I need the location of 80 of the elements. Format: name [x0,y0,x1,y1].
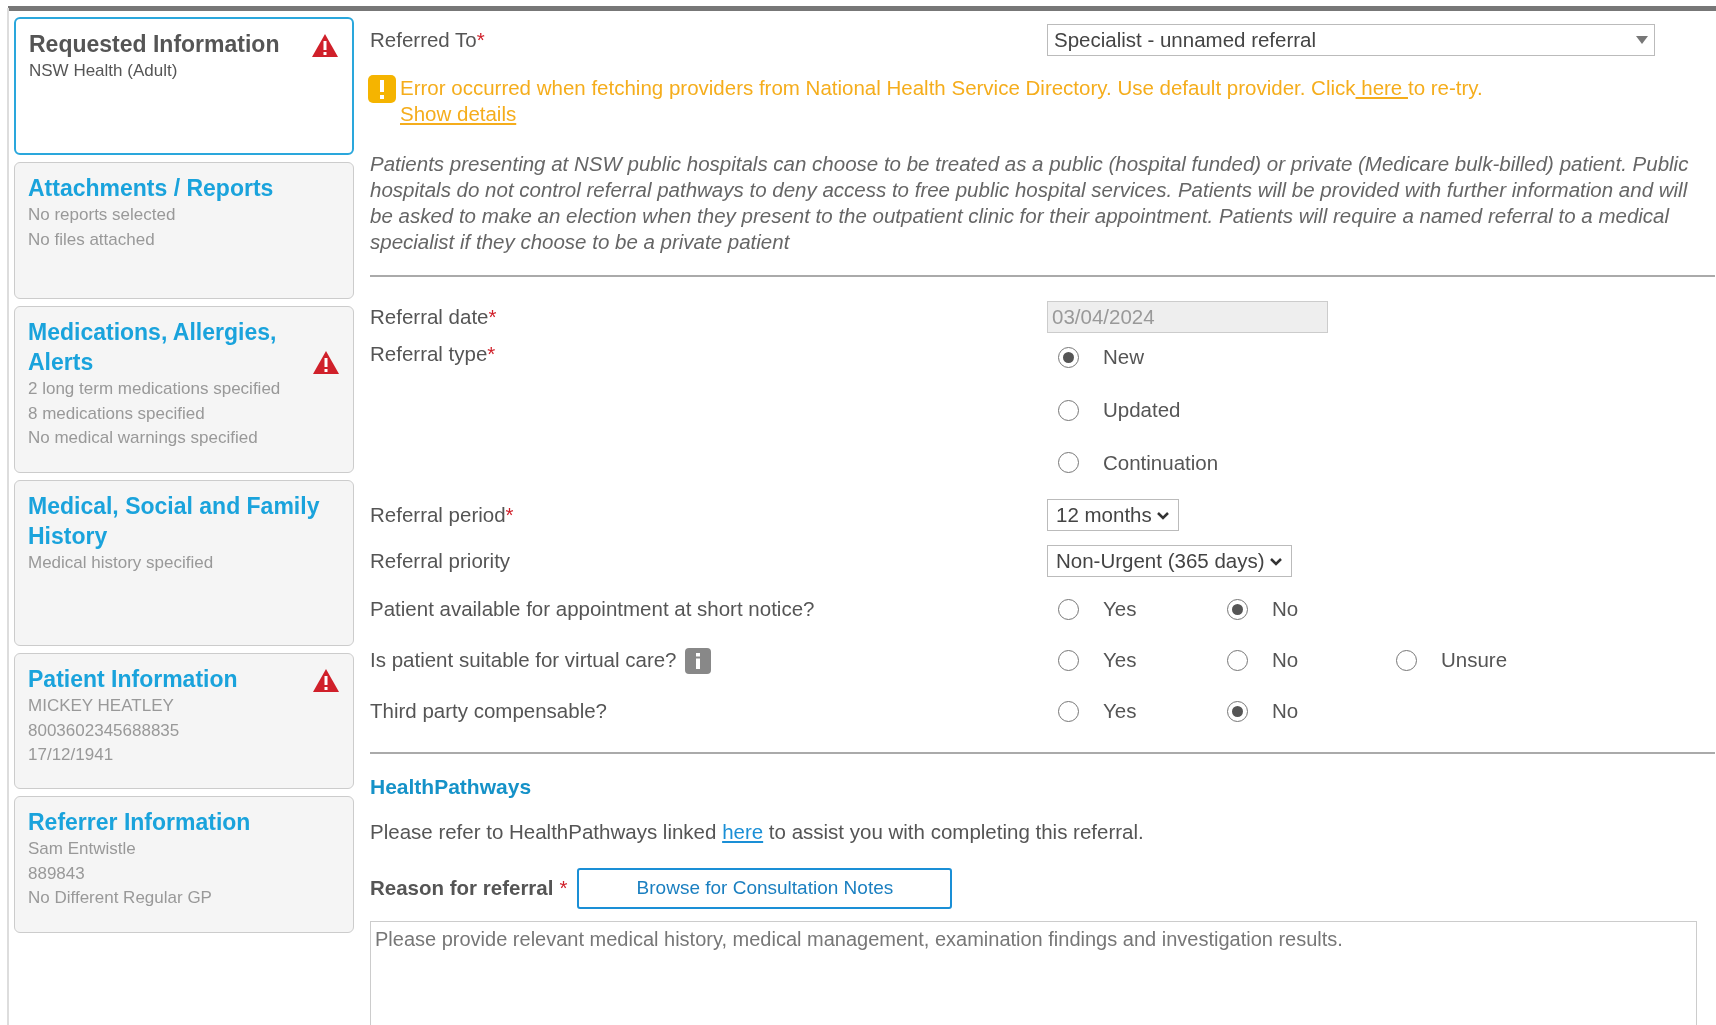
section-heading: HealthPathways [370,774,533,801]
required-mark: * [488,303,497,330]
browse-button[interactable]: Browse for Consultation Notes [577,867,953,909]
card-title: Requested Information [29,30,280,59]
chevron-down-icon [1155,510,1170,520]
card-detail: 2 long term medications specified [28,378,282,400]
radio-button[interactable] [1227,599,1248,621]
card-detail: MICKEY HEATLEY [28,695,175,717]
radio-label: New [1103,344,1144,370]
notice-paragraph: Patients presenting at NSW public hospitals can choose to be treated as a public (hospital funded) or private (Medicare bulk-billed) patient. Public hospitals do not control referral pathways to deny access to free public hospital services. Patients will be provided with further information and will be asked to make an election when they present to the outpatient clinic for their appointment. Patients will require a named referral to a medical specialist if they choose to be a private patient [370,151,1690,255]
sidebar-card[interactable]: Referrer Information Sam Entwistle 889843 No Different Regular GP [14,796,354,933]
field-label: Referral type [370,341,488,367]
field-label: Is patient suitable for virtual care? [370,647,677,674]
date-field[interactable]: 03/04/2024 [1047,301,1328,333]
chevron-down-icon [1268,556,1283,566]
reason-text-area[interactable]: Please provide relevant medical history, medical management, examination findings and investigation results. [370,920,1697,1025]
radio-button[interactable] [1227,701,1248,723]
healthpathways-text: Please refer to HealthPathways linked here to assist you with completing this referral. [370,818,1145,845]
field-label: Reason for referral [370,874,554,901]
radio-label: Continuation [1103,449,1219,476]
field-label: Patient available for appointment at short notice? [370,596,815,623]
card-detail: NSW Health (Adult) [29,60,179,82]
card-detail: No medical warnings specified [28,427,259,449]
here-link[interactable]: here [722,819,764,843]
dropdown-arrow-icon [1636,36,1648,44]
radio-label: Updated [1103,396,1181,423]
card-detail: Sam Entwistle [28,838,137,860]
exclamation-icon [368,75,396,103]
radio-label: Unsure [1441,647,1508,674]
dropdown[interactable]: 12 months [1047,499,1179,532]
required-mark: * [505,501,514,528]
radio-label: No [1272,647,1299,674]
sidebar-card[interactable]: Medical, Social and Family History Medical history specified [14,480,354,646]
card-title: Attachments / Reports [28,174,274,203]
card-title: Patient Information [28,665,238,694]
radio-button[interactable] [1396,650,1417,672]
referred-to-select[interactable]: Specialist - unnamed referral [1047,24,1655,56]
show-details-link[interactable]: Show details [400,102,517,125]
radio-button[interactable] [1227,650,1248,672]
radio-button[interactable] [1058,701,1079,723]
field-label: Referred To [370,27,477,51]
required-mark: * [476,27,485,51]
required-mark: * [559,874,568,901]
card-title: Medications, Allergies, Alerts [28,318,278,377]
radio-label: Yes [1103,647,1137,674]
card-detail: Medical history specified [28,552,215,574]
radio-button[interactable] [1058,452,1079,474]
sidebar-card[interactable]: Requested Information NSW Health (Adult) [14,17,354,155]
card-detail: 17/12/1941 [28,744,115,766]
radio-label: No [1272,596,1299,623]
sidebar-card[interactable]: Medications, Allergies, Alerts 2 long term medications specified 8 medications specified No medical warnings specified [14,306,354,473]
sidebar-card[interactable]: Patient Information MICKEY HEATLEY 8003602345688835 17/12/1941 [14,653,354,789]
card-detail: 8003602345688835 [28,719,181,742]
field-label: Referral date [370,303,489,330]
info-icon[interactable] [684,647,711,674]
card-detail: No Different Regular GP [28,887,213,909]
radio-label: Yes [1103,698,1137,725]
radio-button[interactable] [1058,399,1079,421]
warning-icon [312,668,340,693]
radio-button[interactable] [1058,346,1079,368]
card-title: Medical, Social and Family History [28,492,321,551]
field-label: Referral priority [370,547,511,574]
card-detail: 889843 [28,862,86,885]
sidebar-card[interactable]: Attachments / Reports No reports selected No files attached [14,162,354,299]
required-mark: * [487,341,496,367]
error-message: Error occurred when fetching providers from National Health Service Directory. Use default provider. Click here to re-try. [400,75,1483,101]
radio-label: Yes [1103,596,1137,623]
card-title: Referrer Information [28,808,251,837]
warning-icon [312,350,340,375]
card-detail: 8 medications specified [28,402,206,425]
warning-icon [311,33,339,58]
radio-button[interactable] [1058,650,1079,672]
retry-link[interactable]: here [1355,76,1408,99]
radio-button[interactable] [1058,599,1079,621]
card-detail: No files attached [28,228,156,251]
radio-label: No [1272,698,1299,725]
field-label: Third party compensable? [370,698,607,725]
card-detail: No reports selected [28,204,177,226]
dropdown[interactable]: Non-Urgent (365 days) [1047,545,1292,578]
field-label: Referral period [370,501,506,528]
